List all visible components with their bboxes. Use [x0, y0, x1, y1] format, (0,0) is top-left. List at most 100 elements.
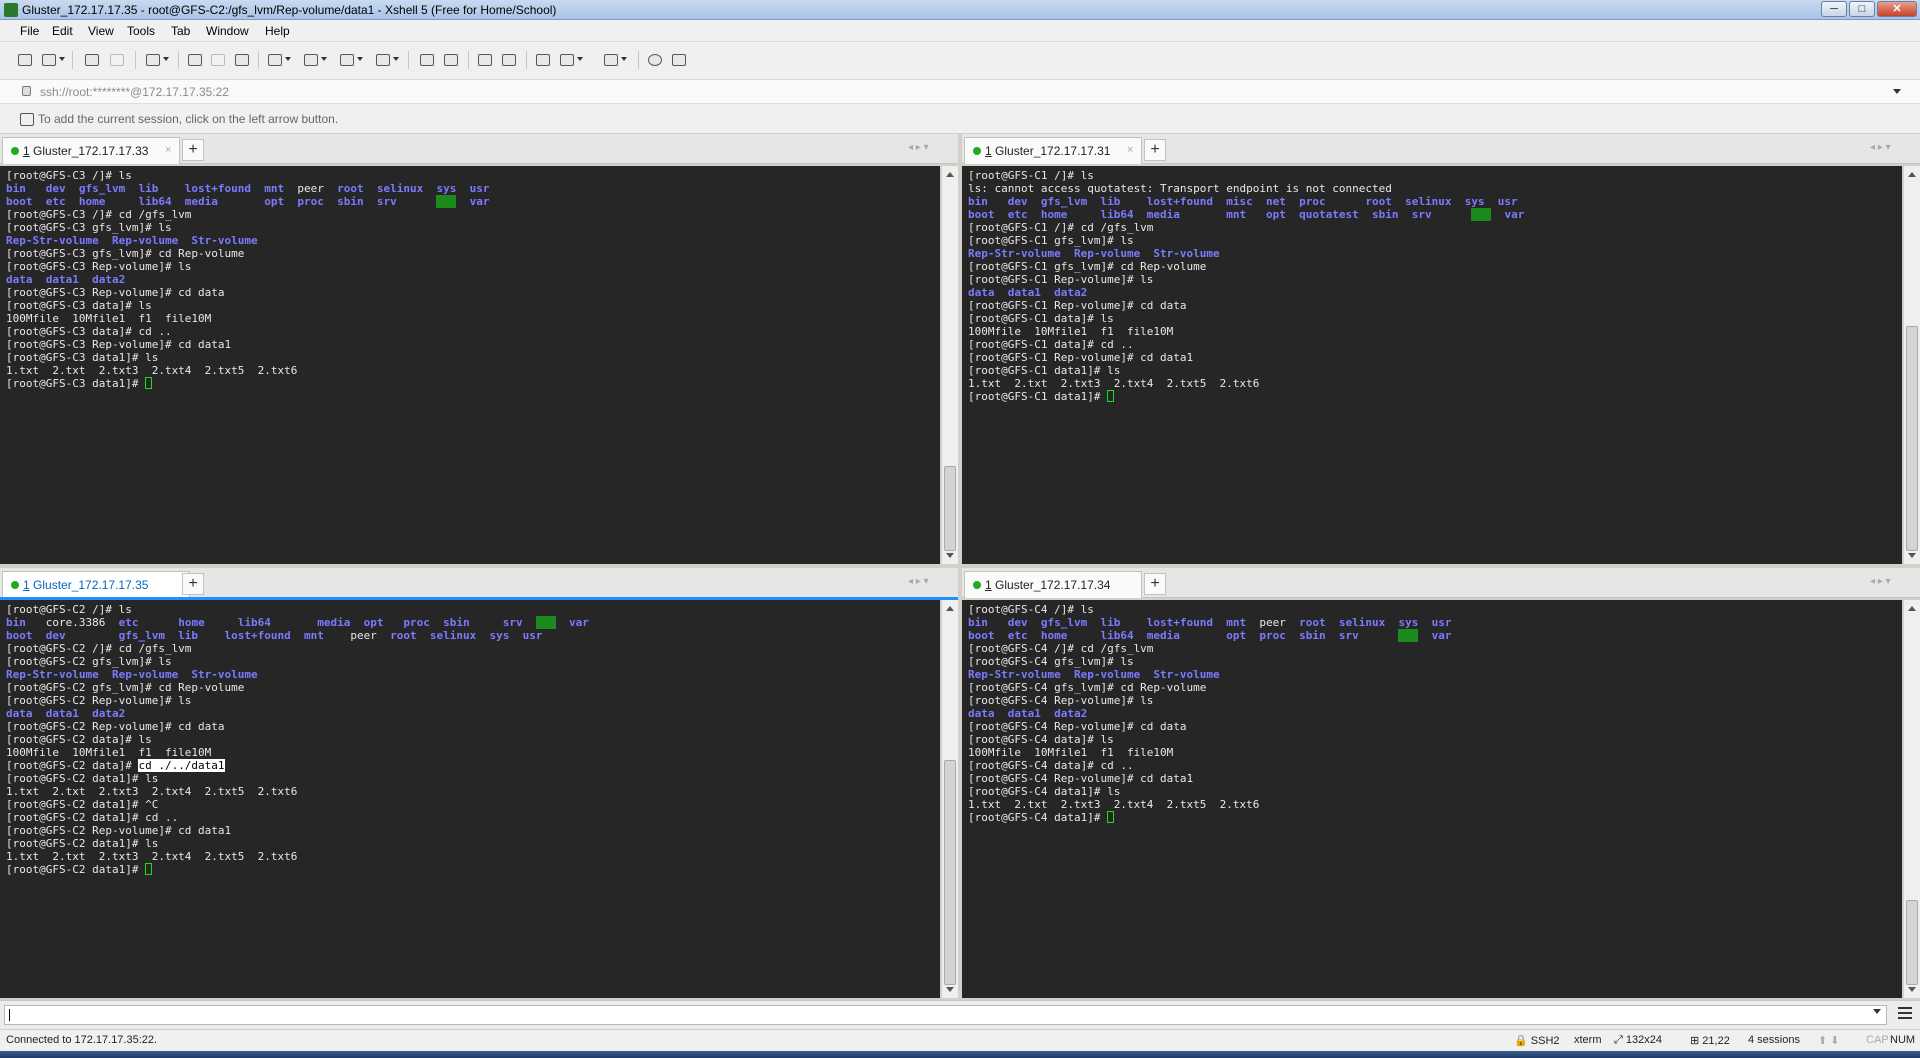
menu-icon[interactable]	[1898, 1007, 1912, 1019]
new-tab-icon[interactable]	[558, 52, 583, 68]
find-icon[interactable]	[233, 52, 251, 68]
terminal-line: [root@GFS-C2 Rep-volume]# cd data1	[6, 824, 589, 837]
terminal-output[interactable]: [root@GFS-C4 /]# ls bin dev gfs_lvm lib l…	[962, 600, 1902, 998]
menu-window[interactable]: Window	[206, 24, 249, 38]
copy-icon[interactable]	[186, 52, 204, 68]
tab-gluster-31[interactable]: 1 Gluster_172.17.17.31 ×	[964, 137, 1142, 164]
terminal-segment: 1.txt 2.txt 2.txt3 2.txt4 2.txt5 2.txt6	[6, 364, 298, 377]
terminal-segment: 100Mfile 10Mfile1 f1 file10M	[968, 746, 1174, 759]
fullscreen-icon[interactable]	[476, 52, 494, 68]
new-session-icon[interactable]	[16, 52, 34, 68]
xftp-icon[interactable]	[418, 52, 436, 68]
print-icon[interactable]	[266, 52, 291, 68]
connected-status-icon	[973, 581, 981, 589]
layout-icon[interactable]	[602, 52, 627, 68]
scroll-down-icon[interactable]	[946, 553, 954, 558]
scroll-down-icon[interactable]	[1908, 553, 1916, 558]
pane-top-left: 1 Gluster_172.17.17.33 × + ◂ ▸ ▾ [root@G…	[0, 134, 958, 564]
tab-nav-arrows[interactable]: ◂ ▸ ▾	[908, 576, 929, 587]
close-button[interactable]: ✕	[1877, 1, 1917, 17]
terminal-segment: tmp	[1471, 208, 1492, 221]
menu-edit[interactable]: Edit	[52, 24, 73, 38]
terminal-segment: Rep-Str-volume Rep-volume Str-volume	[968, 247, 1220, 260]
terminal-line: boot dev gfs_lvm lib lost+found mnt peer…	[6, 629, 589, 642]
add-tab-button[interactable]: +	[1144, 573, 1166, 595]
terminal-segment: [root@GFS-C3 data]# cd ..	[6, 325, 172, 338]
scroll-up-icon[interactable]	[946, 172, 954, 177]
scroll-thumb[interactable]	[944, 760, 956, 985]
scroll-up-icon[interactable]	[946, 606, 954, 611]
terminal-segment: [root@GFS-C2 data]# ls	[6, 733, 152, 746]
globe-icon[interactable]	[338, 52, 363, 68]
terminal-output[interactable]: [root@GFS-C3 /]# ls bin dev gfs_lvm lib l…	[0, 166, 940, 564]
add-tab-button[interactable]: +	[182, 573, 204, 595]
address-field[interactable]: ssh://root:********@172.17.17.35:22	[40, 85, 229, 99]
reconnect-icon[interactable]	[83, 52, 101, 68]
cursor-position: ⊞ 21,22	[1690, 1035, 1730, 1047]
terminal-segment: [root@GFS-C1 gfs_lvm]# ls	[968, 234, 1134, 247]
terminal-segment: [root@GFS-C4 Rep-volume]# cd data	[968, 720, 1187, 733]
terminal-line: [root@GFS-C3 Rep-volume]# ls	[6, 260, 489, 273]
terminal-output[interactable]: [root@GFS-C1 /]# ls ls: cannot access quo…	[962, 166, 1902, 564]
chevron-down-icon[interactable]	[1893, 89, 1901, 94]
chevron-down-icon[interactable]	[1873, 1009, 1881, 1014]
terminal-segment: [root@GFS-C3 /]# cd /gfs_lvm	[6, 208, 192, 221]
add-session-arrow-icon[interactable]	[20, 113, 34, 126]
lock-icon[interactable]	[500, 52, 518, 68]
scroll-down-icon[interactable]	[946, 987, 954, 992]
tab-gluster-35[interactable]: 1 Gluster_172.17.17.35	[2, 571, 190, 598]
add-tab-button[interactable]: +	[182, 139, 204, 161]
help-icon[interactable]	[646, 52, 664, 68]
scroll-thumb[interactable]	[1906, 900, 1918, 985]
scrollbar[interactable]	[941, 600, 958, 998]
session-hint-bar: To add the current session, click on the…	[0, 104, 1920, 134]
menu-tab[interactable]: Tab	[171, 24, 190, 38]
scrollbar[interactable]	[1903, 166, 1920, 564]
chat-icon[interactable]	[670, 52, 688, 68]
terminal-line: 1.txt 2.txt 2.txt3 2.txt4 2.txt5 2.txt6	[968, 798, 1451, 811]
terminal-segment: [root@GFS-C4 data]# cd ..	[968, 759, 1134, 772]
scrollbar[interactable]	[1903, 600, 1920, 998]
scroll-down-icon[interactable]	[1908, 987, 1916, 992]
scroll-thumb[interactable]	[1906, 326, 1918, 551]
paste-icon[interactable]	[209, 52, 227, 68]
tab-nav-arrows[interactable]: ◂ ▸ ▾	[908, 142, 929, 153]
scroll-up-icon[interactable]	[1908, 172, 1916, 177]
keyboard-icon[interactable]	[534, 52, 552, 68]
transfer-icon[interactable]	[302, 52, 327, 68]
scroll-up-icon[interactable]	[1908, 606, 1916, 611]
add-tab-button[interactable]: +	[1144, 139, 1166, 161]
menu-view[interactable]: View	[88, 24, 114, 38]
terminal-segment: [root@GFS-C2 Rep-volume]# cd data	[6, 720, 225, 733]
terminal-segment: [root@GFS-C2 data1]# cd ..	[6, 811, 179, 824]
terminal-segment: [root@GFS-C4 gfs_lvm]# ls	[968, 655, 1134, 668]
scrollbar[interactable]	[941, 166, 958, 564]
session-nav-arrows[interactable]: ⬆ ⬇	[1818, 1034, 1840, 1047]
connected-status-icon	[11, 147, 19, 155]
tab-close-icon[interactable]: ×	[165, 144, 171, 156]
properties-icon[interactable]	[144, 52, 169, 68]
maximize-button[interactable]: □	[1849, 1, 1875, 17]
font-icon[interactable]	[374, 52, 399, 68]
terminal-line: [root@GFS-C3 data1]#	[6, 377, 489, 390]
menu-help[interactable]: Help	[265, 24, 290, 38]
terminal-output[interactable]: [root@GFS-C2 /]# ls bin core.3386 etc hom…	[0, 600, 940, 998]
terminal-line: Rep-Str-volume Rep-volume Str-volume	[968, 668, 1451, 681]
scroll-thumb[interactable]	[944, 466, 956, 551]
open-folder-icon[interactable]	[40, 52, 65, 68]
menu-file[interactable]: File	[20, 24, 39, 38]
tab-close-icon[interactable]: ×	[1127, 144, 1133, 156]
terminal-segment: var	[555, 616, 589, 629]
disconnect-icon[interactable]	[108, 52, 126, 68]
terminal-line: [root@GFS-C1 Rep-volume]# cd data1	[968, 351, 1524, 364]
tab-nav-arrows[interactable]: ◂ ▸ ▾	[1870, 142, 1891, 153]
minimize-button[interactable]: ─	[1821, 1, 1847, 17]
app-icon	[4, 3, 18, 17]
tab-gluster-33[interactable]: 1 Gluster_172.17.17.33 ×	[2, 137, 180, 164]
compose-input[interactable]	[4, 1005, 1887, 1025]
terminal-segment: tmp	[436, 195, 457, 208]
tab-gluster-34[interactable]: 1 Gluster_172.17.17.34	[964, 571, 1142, 598]
menu-tools[interactable]: Tools	[127, 24, 155, 38]
script-icon[interactable]	[442, 52, 460, 68]
tab-nav-arrows[interactable]: ◂ ▸ ▾	[1870, 576, 1891, 587]
